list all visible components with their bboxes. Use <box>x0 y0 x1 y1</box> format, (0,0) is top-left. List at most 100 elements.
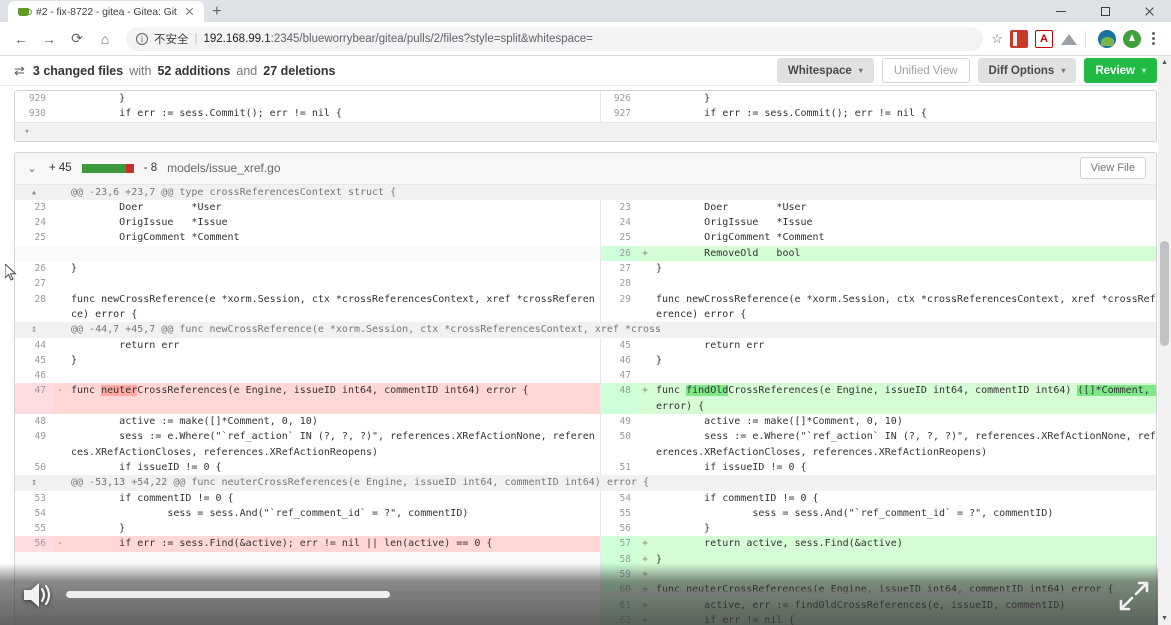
line-number-right[interactable]: 23 <box>600 200 638 215</box>
line-number-left[interactable]: 25 <box>15 230 53 245</box>
code-cell-left[interactable]: } <box>67 261 601 277</box>
code-cell-right[interactable]: func findOldCrossReferences(e Engine, is… <box>652 383 1156 415</box>
code-cell-right[interactable]: sess := e.Where("`ref_action` IN (?, ?, … <box>652 429 1156 460</box>
line-number-left[interactable]: 47 <box>15 383 53 415</box>
info-icon[interactable]: i <box>136 32 148 45</box>
code-cell-left[interactable]: sess = sess.And("`ref_comment_id` = ?", … <box>67 505 601 522</box>
line-number-left[interactable]: 50 <box>15 460 53 475</box>
code-cell-right[interactable]: sess = sess.And("`ref_comment_id` = ?", … <box>652 506 1156 521</box>
line-number-right[interactable]: 927 <box>600 106 638 121</box>
line-number-left[interactable] <box>15 551 53 568</box>
video-progress-bar[interactable] <box>66 591 1110 598</box>
code-cell-left[interactable]: } <box>67 91 601 107</box>
line-number-right[interactable]: 27 <box>600 261 638 276</box>
code-cell-right[interactable] <box>652 276 1156 291</box>
line-number-right[interactable]: 58 <box>600 551 638 568</box>
line-number-right[interactable]: 51 <box>600 460 638 475</box>
bookmark-star-icon[interactable]: ☆ <box>991 31 1003 47</box>
line-number-left[interactable]: 24 <box>15 215 53 230</box>
line-number-right[interactable]: 59 <box>600 567 638 583</box>
line-number-right[interactable]: 62 <box>600 612 638 625</box>
minimize-button[interactable] <box>1039 0 1083 22</box>
line-number-left[interactable]: 53 <box>15 491 53 506</box>
globe-icon[interactable] <box>1098 29 1116 48</box>
code-cell-left[interactable]: active := make([]*Comment, 0, 10) <box>67 414 601 430</box>
line-number-right[interactable]: 48 <box>600 383 638 415</box>
chevron-down-icon[interactable]: ⌄ <box>25 162 39 175</box>
hunk-expander-icon[interactable]: ▴ <box>15 184 53 200</box>
drive-icon[interactable] <box>1060 30 1078 48</box>
code-cell-left[interactable]: if issueID != 0 { <box>67 459 601 476</box>
close-icon[interactable] <box>183 5 196 18</box>
line-number-left[interactable]: 44 <box>15 338 53 353</box>
pdf-icon[interactable]: A <box>1035 29 1053 48</box>
code-cell-right[interactable] <box>652 368 1156 383</box>
code-cell-left[interactable] <box>67 567 601 583</box>
code-cell-left[interactable]: func neuterCrossReferences(e Engine, iss… <box>67 383 601 415</box>
code-cell-left[interactable] <box>67 368 601 384</box>
hunk-expander-icon[interactable]: ↕ <box>15 322 53 338</box>
code-cell-left[interactable]: return err <box>67 337 601 353</box>
view-file-button[interactable]: View File <box>1079 157 1146 180</box>
code-cell-left[interactable]: func newCrossReference(e *xorm.Session, … <box>67 291 601 323</box>
scroll-up-arrow-icon[interactable]: ▲ <box>1158 56 1171 69</box>
line-number-right[interactable]: 50 <box>600 429 638 460</box>
code-cell-right[interactable]: } <box>652 521 1156 536</box>
line-number-left[interactable]: 929 <box>15 91 53 106</box>
chevron-down-icon[interactable]: ▾ <box>15 122 39 141</box>
code-cell-left[interactable] <box>67 612 601 625</box>
line-number-left[interactable]: 49 <box>15 429 53 460</box>
expand-down-area[interactable] <box>39 123 1156 141</box>
code-cell-left[interactable]: } <box>67 521 601 537</box>
forward-button[interactable]: → <box>36 26 62 52</box>
fullscreen-icon[interactable] <box>1117 579 1151 613</box>
code-cell-right[interactable]: Doer *User <box>652 200 1156 215</box>
reload-button[interactable]: ⟳ <box>64 26 90 52</box>
line-number-right[interactable]: 926 <box>600 91 638 106</box>
line-number-right[interactable]: 26 <box>600 245 638 262</box>
line-number-right[interactable]: 56 <box>600 521 638 536</box>
line-number-right[interactable]: 45 <box>600 338 638 353</box>
line-number-right[interactable]: 55 <box>600 506 638 521</box>
line-number-right[interactable]: 61 <box>600 597 638 613</box>
expand-down-row[interactable]: ▾ <box>15 121 1156 141</box>
line-number-right[interactable]: 29 <box>600 292 638 323</box>
code-cell-right[interactable]: } <box>652 551 1156 568</box>
line-number-left[interactable]: 46 <box>15 368 53 383</box>
line-number-right[interactable]: 57 <box>600 536 638 552</box>
line-number-right[interactable]: 25 <box>600 230 638 245</box>
code-cell-right[interactable]: return active, sess.Find(&active) <box>652 536 1156 552</box>
code-cell-right[interactable]: return err <box>652 338 1156 353</box>
line-number-left[interactable]: 26 <box>15 261 53 276</box>
line-number-right[interactable]: 49 <box>600 414 638 429</box>
volume-on-icon[interactable] <box>20 578 58 612</box>
code-cell-right[interactable]: active, err := findOldCrossReferences(e,… <box>652 597 1156 613</box>
code-cell-left[interactable] <box>67 245 601 262</box>
code-cell-right[interactable] <box>652 567 1156 583</box>
code-cell-right[interactable]: OrigIssue *Issue <box>652 215 1156 230</box>
code-cell-right[interactable]: } <box>652 353 1156 368</box>
line-number-right[interactable]: 28 <box>600 276 638 291</box>
code-cell-left[interactable]: Doer *User <box>67 199 601 216</box>
code-cell-left[interactable]: } <box>67 352 601 369</box>
scroll-down-arrow-icon[interactable]: ▼ <box>1158 612 1171 625</box>
code-cell-left[interactable] <box>67 597 601 613</box>
code-cell-left[interactable]: OrigIssue *Issue <box>67 215 601 231</box>
code-cell-right[interactable]: active := make([]*Comment, 0, 10) <box>652 414 1156 429</box>
code-cell-right[interactable]: } <box>652 261 1156 276</box>
code-cell-left[interactable] <box>67 276 601 292</box>
address-bar[interactable]: i 不安全 | 192.168.99.1:2345/blueworrybear/… <box>126 26 984 51</box>
chrome-menu-button[interactable] <box>1143 32 1163 45</box>
diff-options-button[interactable]: Diff Options ▾ <box>977 58 1077 83</box>
code-cell-right[interactable]: if issueID != 0 { <box>652 460 1156 475</box>
maximize-button[interactable] <box>1083 0 1127 22</box>
whitespace-button[interactable]: Whitespace ▾ <box>776 58 874 83</box>
line-number-left[interactable]: 45 <box>15 353 53 368</box>
line-number-left[interactable]: 56 <box>15 536 53 552</box>
code-cell-right[interactable]: RemoveOld bool <box>652 245 1156 262</box>
page-scrollbar[interactable]: ▲ ▼ <box>1158 56 1171 625</box>
home-button[interactable]: ⌂ <box>92 26 118 52</box>
new-tab-button[interactable]: + <box>204 1 230 22</box>
line-number-left[interactable]: 23 <box>15 200 53 215</box>
code-cell-left[interactable]: if commentID != 0 { <box>67 490 601 506</box>
